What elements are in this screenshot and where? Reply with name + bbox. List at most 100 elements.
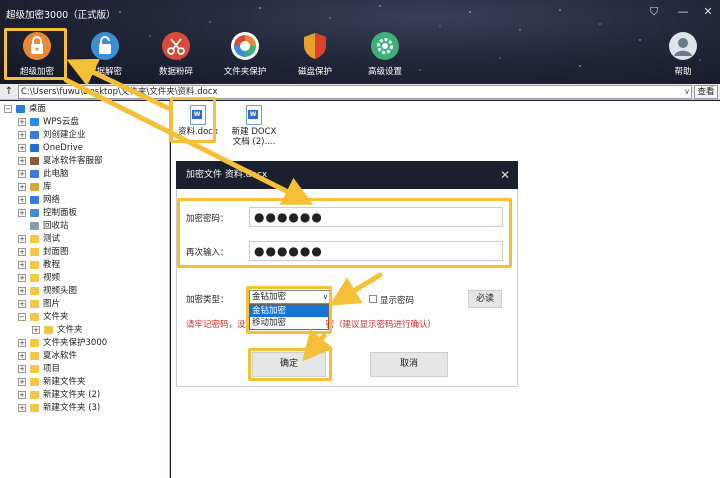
expand-icon[interactable]: + — [18, 404, 26, 412]
toolbar-label: 帮助 — [674, 67, 692, 77]
tree-item-label: 教程 — [43, 260, 61, 270]
expand-icon[interactable]: + — [18, 183, 26, 191]
tree-item[interactable]: + 项目 — [18, 363, 165, 375]
tree-item-label: 测试 — [43, 234, 61, 244]
expand-icon[interactable]: + — [18, 378, 26, 386]
desktop-icon — [16, 105, 25, 113]
chevron-down-icon[interactable]: ∨ — [684, 86, 690, 98]
toolbar-label: 数据粉碎 — [158, 67, 193, 77]
tree-item-label: 控制面板 — [43, 208, 78, 218]
disk-shield-icon — [304, 33, 326, 59]
expand-icon[interactable]: + — [18, 118, 26, 126]
tree-item[interactable]: + 教程 — [18, 259, 165, 271]
tree-item[interactable]: + 视频 — [18, 272, 165, 284]
tree-item-label: 文件夹 — [57, 325, 83, 335]
tree-item[interactable]: − 文件夹 — [18, 311, 165, 323]
expand-icon[interactable]: + — [18, 391, 26, 399]
file-item[interactable]: 新建 DOCX 文档 (2).... — [229, 105, 279, 147]
skin-icon[interactable]: ⛉ — [646, 5, 662, 19]
toolbar-decrypt-button[interactable]: 数据解密 — [70, 31, 140, 77]
path-input[interactable]: C:\Users\fuwu\Desktop\文件夹\文件夹\资料.docx ∨ — [18, 85, 692, 99]
tree-item[interactable]: + 图片 — [18, 298, 165, 310]
folder-icon — [30, 287, 39, 295]
expand-icon[interactable]: + — [18, 274, 26, 282]
expand-icon[interactable]: + — [32, 326, 40, 334]
tree-item[interactable]: + 封面图 — [18, 246, 165, 258]
dialog-close-button[interactable]: ✕ — [498, 168, 512, 182]
tree-item[interactable]: + 测试 — [18, 233, 165, 245]
expand-icon[interactable]: + — [18, 352, 26, 360]
cloud-icon — [30, 118, 39, 126]
tree-item[interactable]: + WPS云盘 — [18, 116, 165, 128]
tree-item-label: 封面图 — [43, 247, 69, 257]
cancel-button[interactable]: 取消 — [370, 352, 448, 377]
close-button[interactable]: ✕ — [700, 5, 716, 18]
tree-item-label: 新建文件夹 (3) — [43, 403, 101, 413]
control-panel-icon — [30, 209, 39, 217]
expand-icon[interactable]: + — [18, 365, 26, 373]
tree-item[interactable]: + 新建文件夹 (3) — [18, 402, 165, 414]
tree-item[interactable]: + 文件夹 — [32, 324, 165, 336]
computer-icon — [30, 170, 39, 178]
expand-icon[interactable]: + — [18, 131, 26, 139]
tree-item[interactable]: + 网络 — [18, 194, 165, 206]
user-icon — [30, 131, 39, 139]
tree-item[interactable]: + OneDrive — [18, 142, 165, 154]
expand-icon[interactable]: + — [18, 339, 26, 347]
expand-icon[interactable]: + — [18, 287, 26, 295]
expand-icon[interactable]: + — [18, 261, 26, 269]
toolbar-label: 文件夹保护 — [223, 67, 267, 77]
library-icon — [30, 183, 39, 191]
tree-item[interactable]: + 此电脑 — [18, 168, 165, 180]
expand-icon[interactable]: + — [18, 235, 26, 243]
tree-item[interactable]: + 库 — [18, 181, 165, 193]
expand-icon[interactable]: + — [18, 144, 26, 152]
tree-item-label: 视频头图 — [43, 286, 78, 296]
toolbar-disk-protect-button[interactable]: 磁盘保护 — [280, 31, 350, 77]
tree-item[interactable]: + 文件夹保护3000 — [18, 337, 165, 349]
tree-item[interactable]: + 新建文件夹 — [18, 376, 165, 388]
highlight-encrypt-button — [4, 28, 67, 80]
expand-icon[interactable]: + — [18, 248, 26, 256]
tree-item[interactable]: + 刘创建企业 — [18, 129, 165, 141]
cloud-icon — [30, 144, 39, 152]
tree-item-label: 图片 — [43, 299, 61, 309]
toolbar-settings-button[interactable]: 高级设置 — [350, 31, 420, 77]
tree-item[interactable]: + 视频头图 — [18, 285, 165, 297]
tree-item-label: OneDrive — [43, 143, 83, 153]
folder-icon — [30, 248, 39, 256]
network-icon — [30, 196, 39, 204]
user-help-icon — [669, 32, 697, 60]
tree-item-label: 此电脑 — [43, 169, 69, 179]
collapse-icon[interactable]: − — [18, 313, 26, 321]
required-reading-button[interactable]: 必读 — [468, 290, 502, 308]
toolbar-folder-protect-button[interactable]: 文件夹保护 — [210, 31, 280, 77]
window-title: 超级加密3000（正式版） — [6, 10, 116, 21]
tree-item[interactable]: 回收站 — [18, 220, 165, 232]
tree-item[interactable]: + 控制面板 — [18, 207, 165, 219]
word-document-icon — [246, 105, 262, 125]
expand-icon[interactable]: + — [18, 170, 26, 178]
toolbar-help-button[interactable]: 帮助 — [648, 31, 718, 77]
folder-tree: − 桌面 + WPS云盘 + 刘创建企业 + OneDrive + 夏冰软件客服部 + 此电脑 + 库… — [0, 101, 170, 478]
collapse-icon[interactable]: − — [4, 105, 12, 113]
tree-root-desktop[interactable]: − 桌面 — [4, 103, 164, 115]
tree-item[interactable]: + 夏冰软件 — [18, 350, 165, 362]
show-password-checkbox[interactable] — [369, 295, 377, 303]
expand-icon[interactable]: + — [18, 300, 26, 308]
recycle-bin-icon — [30, 222, 39, 230]
expand-icon[interactable]: + — [18, 157, 26, 165]
minimize-button[interactable]: — — [675, 5, 691, 18]
folder-icon — [30, 300, 39, 308]
folder-icon — [30, 391, 39, 399]
toolbar-label: 高级设置 — [367, 67, 402, 77]
folder-icon — [30, 274, 39, 282]
tree-item[interactable]: + 新建文件夹 (2) — [18, 389, 165, 401]
expand-icon[interactable]: + — [18, 196, 26, 204]
tree-item-label: WPS云盘 — [43, 117, 79, 127]
tree-item[interactable]: + 夏冰软件客服部 — [18, 155, 165, 167]
expand-icon[interactable]: + — [18, 209, 26, 217]
toolbar-shred-button[interactable]: 数据粉碎 — [141, 31, 211, 77]
view-button[interactable]: 查看 — [694, 85, 718, 99]
up-button[interactable]: ↑ — [2, 85, 16, 99]
